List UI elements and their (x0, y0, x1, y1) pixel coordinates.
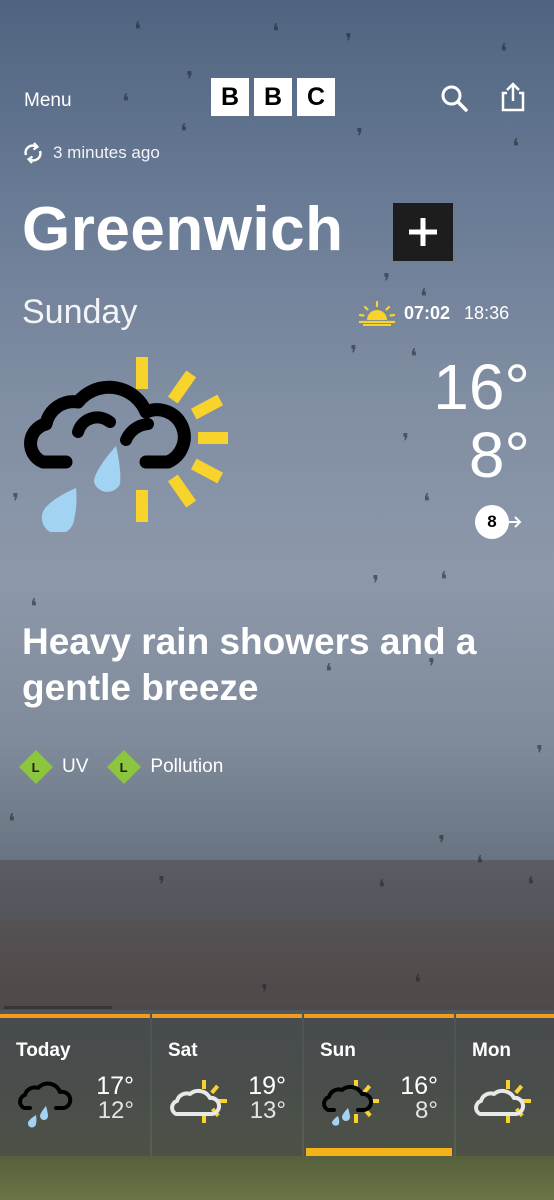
forecast-card-today[interactable]: Today 17° 12° (0, 1014, 150, 1156)
forecast-day: Sat (168, 1040, 198, 1061)
add-favourite-button[interactable] (393, 203, 453, 261)
sun-cloud-icon (170, 1080, 227, 1123)
forecast-low: 13° (249, 1097, 286, 1124)
sun-cloud-icon (474, 1080, 531, 1123)
forecast-day: Today (16, 1040, 71, 1061)
sunrise-icon (358, 300, 396, 326)
pollution-index[interactable]: L Pollution (107, 750, 224, 784)
forecast-card-mon[interactable]: Mon (456, 1014, 554, 1156)
sunrise-time: 07:02 (404, 302, 451, 323)
forecast-day: Sun (320, 1040, 356, 1061)
plus-icon (409, 218, 437, 246)
uv-index[interactable]: L UV (19, 750, 89, 784)
forecast-card-sat[interactable]: Sat 19° 13° (152, 1014, 302, 1156)
last-updated-text: 3 minutes ago (53, 143, 160, 162)
temperature-high: 16° (433, 351, 530, 423)
forecast-strip: Today 17° 12° Sat 19° 13° Sun 16° 8° Mon (0, 1014, 554, 1156)
share-icon[interactable] (499, 82, 527, 112)
rain-sun-icon (322, 1080, 379, 1126)
uv-label: UV (62, 756, 89, 777)
top-bar: Menu B B C (0, 78, 554, 122)
rain-cloud-icon (18, 1081, 73, 1128)
logo-letter: B (211, 78, 249, 116)
pollution-label: Pollution (150, 756, 224, 777)
weather-summary: Heavy rain showers and a gentle breeze (22, 621, 477, 708)
bottom-background (0, 1156, 554, 1200)
menu-button[interactable]: Menu (24, 90, 72, 112)
search-icon[interactable] (440, 84, 468, 112)
logo-letter: C (297, 78, 335, 116)
sunset-time: 18:36 (464, 302, 510, 323)
pollution-level-badge: L (107, 750, 142, 784)
last-updated[interactable]: 3 minutes ago (22, 142, 160, 164)
forecast-card-sun[interactable]: Sun 16° 8° (304, 1014, 454, 1156)
temperature-low: 8° (468, 419, 530, 491)
heavy-rain-showers-sun-icon (24, 357, 228, 532)
forecast-low: 12° (97, 1097, 134, 1124)
forecast-low: 8° (415, 1097, 438, 1124)
wind-speed: 8 (475, 505, 509, 539)
wind-indicator: 8 (475, 505, 523, 539)
uv-level-badge: L (19, 750, 53, 784)
bbc-logo[interactable]: B B C (211, 78, 335, 116)
sun-times: 07:02 18:36 (358, 300, 509, 326)
forecast-day: Mon (472, 1040, 512, 1061)
wind-direction-arrow-icon (509, 516, 522, 528)
day-name: Sunday (22, 293, 138, 331)
refresh-icon (24, 142, 42, 164)
environment-indices: L UV L Pollution (19, 750, 247, 784)
scroll-indicator (4, 1006, 112, 1009)
logo-letter: B (254, 78, 292, 116)
location-title: Greenwich (22, 195, 344, 264)
